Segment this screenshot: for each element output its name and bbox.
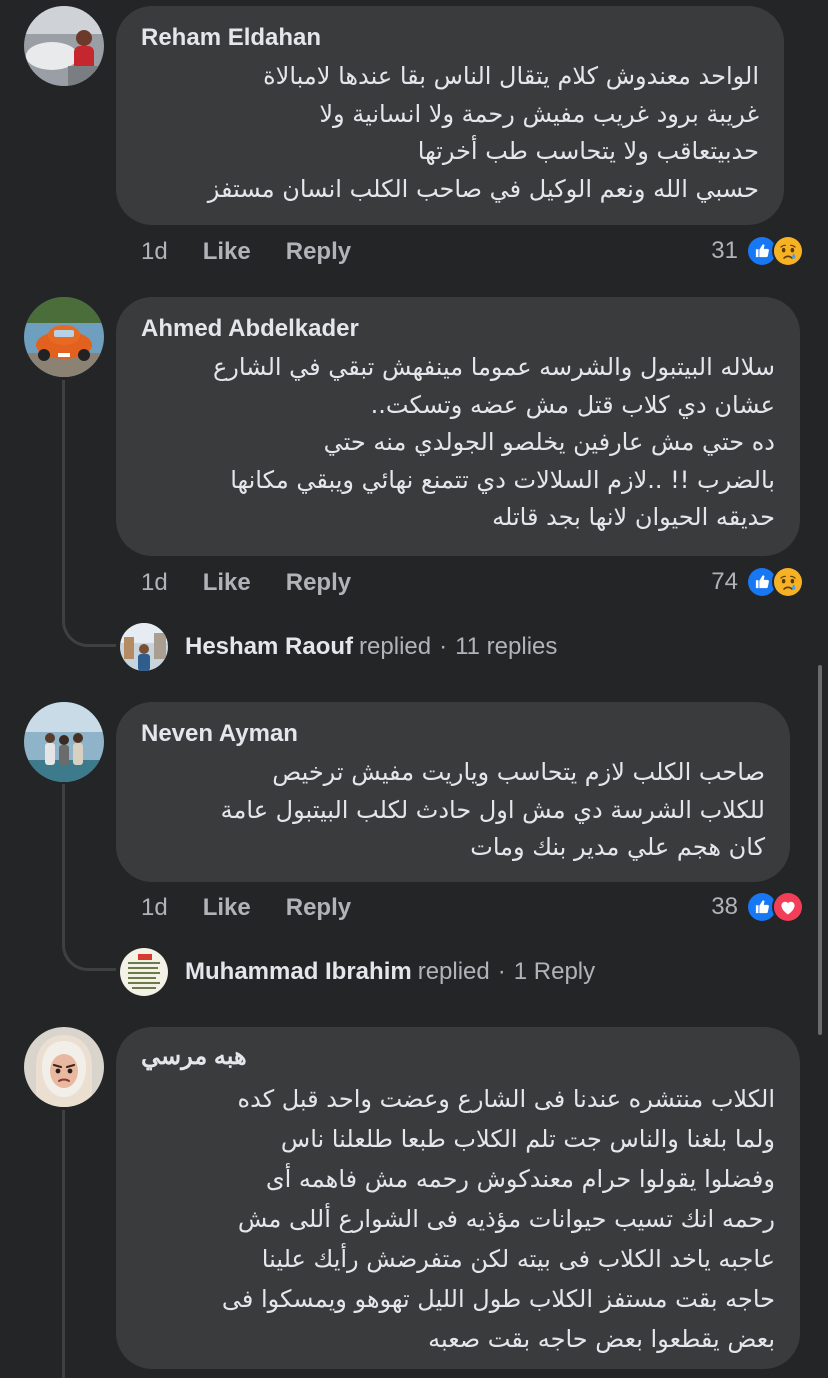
replied-label: replied (359, 633, 432, 660)
comment-line: ولما بلغنا والناس جت تلم الكلاب طبعا طلع… (280, 1125, 775, 1153)
comment-line: وفضلوا يقولوا حرام معندكوش رحمه مش فاهمه… (265, 1165, 775, 1193)
thread-line (62, 1110, 65, 1378)
comment-line: سلاله البيتبول والشرسه عموما مينفهش تبقي… (212, 353, 775, 381)
reply-button[interactable]: Reply (286, 894, 351, 922)
avatar[interactable] (24, 702, 104, 782)
comment-text: سلاله البيتبول والشرسه عموما مينفهش تبقي… (141, 349, 775, 537)
view-replies-link[interactable]: Hesham Raouf replied · 11 replies (120, 622, 557, 672)
avatar[interactable] (24, 1027, 104, 1107)
replier-name: Muhammad Ibrahim (185, 958, 412, 985)
view-replies-link[interactable]: Muhammad Ibrahim replied · 1 Reply (120, 947, 595, 997)
comment-line: رحمه انك تسيب حيوانات مؤذيه فى الشوارع أ… (237, 1205, 775, 1233)
reaction-summary[interactable]: 74 (711, 562, 804, 602)
comment-line: حدبيتعاقب ولا يتحاسب طب أخرتها (417, 137, 759, 165)
replier-name: Hesham Raouf (185, 633, 354, 660)
comment-line: حاجه بقت مستفز الكلاب طول الليل تهوهو وي… (221, 1285, 775, 1313)
comment-actions: 1d Like Reply (141, 563, 386, 603)
comment-author[interactable]: هبه مرسي (141, 1039, 775, 1075)
reply-button[interactable]: Reply (286, 569, 351, 597)
comment-line: بالضرب !! ..لازم السلالات دي تتمنع نهائي… (230, 465, 775, 494)
thread-line (62, 784, 65, 944)
comment-line: كان هجم علي مدير بنك ومات (470, 833, 765, 861)
replied-label: replied (417, 958, 490, 985)
comment-author[interactable]: Reham Eldahan (141, 20, 759, 56)
comment-line: عاجبه ياخد الكلاب فى بيته لكن متفرضش رأي… (261, 1245, 775, 1273)
comment-bubble: هبه مرسي الكلاب منتشره عندنا فى الشارع و… (116, 1027, 800, 1369)
like-button[interactable]: Like (203, 569, 251, 597)
comment-actions: 1d Like Reply (141, 232, 386, 272)
avatar[interactable] (24, 6, 104, 86)
reply-avatar (120, 948, 168, 996)
comment-line: صاحب الكلب لازم يتحاسب وياريت مفيش ترخيص (272, 758, 765, 786)
comment-line: غريبة برود غريب مفيش رحمة ولا انسانية ول… (319, 99, 759, 128)
thread-line (62, 380, 65, 620)
reaction-count: 74 (711, 568, 738, 595)
separator-dot: · (497, 958, 506, 985)
thread-line (62, 944, 116, 971)
comment-line: حديقه الحيوان لانها بجد قاتله (492, 503, 775, 531)
avatar[interactable] (24, 297, 104, 377)
sad-icon (772, 235, 804, 267)
scrollbar[interactable] (818, 665, 822, 1035)
sad-icon (772, 566, 804, 598)
reply-count: 1 Reply (513, 958, 596, 985)
comment-bubble: Neven Ayman صاحب الكلب لازم يتحاسب وياري… (116, 702, 790, 882)
comment-line: حسبي الله ونعم الوكيل في صاحب الكلب انسا… (207, 174, 759, 203)
like-button[interactable]: Like (203, 238, 251, 266)
reaction-count: 38 (711, 893, 738, 920)
comment-line: بعض يقطعوا بعض حاجه بقت صعبه (428, 1325, 775, 1353)
reply-avatar (120, 623, 168, 671)
comment-line: ده حتي مش عارفين يخلصو الجولدي منه حتي (323, 428, 775, 456)
reply-button[interactable]: Reply (286, 238, 351, 266)
comment-author[interactable]: Neven Ayman (141, 716, 765, 752)
separator-dot: · (439, 633, 448, 660)
reply-count: 11 replies (455, 633, 558, 660)
comment-author[interactable]: Ahmed Abdelkader (141, 311, 775, 347)
reaction-count: 31 (711, 237, 738, 264)
comment-timestamp[interactable]: 1d (141, 238, 168, 266)
comment-bubble: Reham Eldahan الواحد معندوش كلام يتقال ا… (116, 6, 784, 225)
comment-line: الكلاب منتشره عندنا فى الشارع وعضت واحد … (237, 1085, 775, 1113)
love-icon (772, 891, 804, 923)
comment-text: الكلاب منتشره عندنا فى الشارع وعضت واحد … (141, 1079, 775, 1359)
comment-line: الواحد معندوش كلام يتقال الناس بقا عندها… (263, 62, 759, 90)
comment-line: عشان دي كلاب قتل مش عضه وتسكت.. (370, 390, 775, 419)
comment-bubble: Ahmed Abdelkader سلاله البيتبول والشرسه … (116, 297, 800, 556)
comment-text: صاحب الكلب لازم يتحاسب وياريت مفيش ترخيص… (141, 754, 765, 867)
comment-timestamp[interactable]: 1d (141, 569, 168, 597)
comment-actions: 1d Like Reply (141, 888, 386, 928)
reaction-summary[interactable]: 31 (711, 231, 804, 271)
thread-line (62, 620, 116, 647)
comment-timestamp[interactable]: 1d (141, 894, 168, 922)
reaction-summary[interactable]: 38 (711, 887, 804, 927)
like-button[interactable]: Like (203, 894, 251, 922)
comment-text: الواحد معندوش كلام يتقال الناس بقا عندها… (141, 58, 759, 208)
comment-line: للكلاب الشرسة دي مش اول حادث لكلب البيتب… (220, 795, 765, 824)
